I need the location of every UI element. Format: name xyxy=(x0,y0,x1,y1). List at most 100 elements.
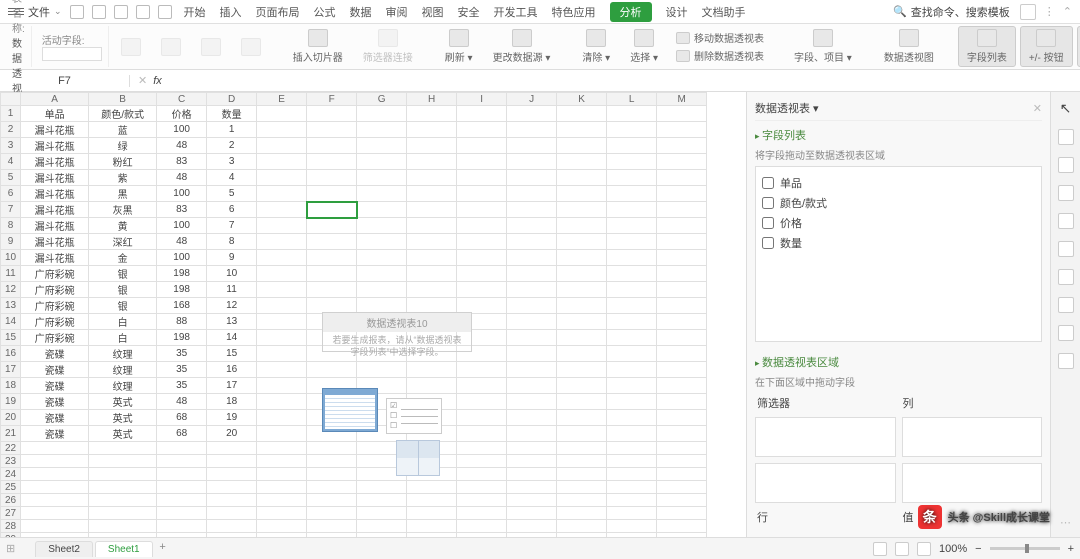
cell[interactable]: 5 xyxy=(207,186,257,202)
cell[interactable] xyxy=(407,481,457,494)
cell[interactable]: 20 xyxy=(207,426,257,442)
field-item[interactable]: 数量 xyxy=(762,233,1035,253)
cell[interactable] xyxy=(657,520,707,533)
tool-backup-icon[interactable] xyxy=(1058,325,1074,341)
row-header[interactable]: 10 xyxy=(1,250,21,266)
cell[interactable]: 漏斗花瓶 xyxy=(21,218,89,234)
row-header[interactable]: 2 xyxy=(1,122,21,138)
cell[interactable] xyxy=(507,520,557,533)
cell[interactable]: 银 xyxy=(89,266,157,282)
cell[interactable] xyxy=(407,362,457,378)
panel-close-icon[interactable]: ✕ xyxy=(1033,102,1042,115)
row-header[interactable]: 23 xyxy=(1,455,21,468)
active-field-value[interactable] xyxy=(42,47,102,61)
cell[interactable] xyxy=(407,520,457,533)
value-drop-area[interactable] xyxy=(902,463,1043,503)
cell[interactable] xyxy=(357,154,407,170)
cell[interactable]: 漏斗花瓶 xyxy=(21,170,89,186)
cell[interactable]: 7 xyxy=(207,218,257,234)
tool-star-icon[interactable] xyxy=(1058,213,1074,229)
cell[interactable] xyxy=(607,218,657,234)
cell[interactable] xyxy=(557,298,607,314)
row-header[interactable]: 11 xyxy=(1,266,21,282)
cell[interactable] xyxy=(557,394,607,410)
cell[interactable] xyxy=(657,378,707,394)
fx-icon[interactable]: fx xyxy=(153,75,162,87)
view-normal-icon[interactable] xyxy=(873,542,887,556)
cell[interactable]: 88 xyxy=(157,314,207,330)
cell[interactable]: 83 xyxy=(157,154,207,170)
qat-print-icon[interactable] xyxy=(92,5,106,19)
cell[interactable] xyxy=(557,330,607,346)
name-box[interactable]: F7 xyxy=(0,75,130,87)
cell[interactable]: 黄 xyxy=(89,218,157,234)
cell[interactable] xyxy=(557,106,607,122)
cell[interactable]: 颜色/款式 xyxy=(89,106,157,122)
cell[interactable] xyxy=(457,138,507,154)
field-checkbox[interactable] xyxy=(762,197,774,209)
cell[interactable]: 48 xyxy=(157,170,207,186)
cell[interactable] xyxy=(557,481,607,494)
cell[interactable] xyxy=(507,468,557,481)
cell[interactable]: 198 xyxy=(157,330,207,346)
cell[interactable] xyxy=(307,266,357,282)
cell[interactable] xyxy=(357,122,407,138)
cell[interactable] xyxy=(457,170,507,186)
cell[interactable] xyxy=(607,138,657,154)
col-header[interactable]: K xyxy=(557,93,607,106)
cell[interactable] xyxy=(457,533,507,538)
cell[interactable]: 纹理 xyxy=(89,346,157,362)
cell[interactable] xyxy=(507,481,557,494)
row-drop-area[interactable] xyxy=(755,463,896,503)
cell[interactable] xyxy=(657,481,707,494)
cell[interactable]: 168 xyxy=(157,298,207,314)
cell[interactable]: 英式 xyxy=(89,394,157,410)
cell[interactable] xyxy=(257,234,307,250)
col-header[interactable]: J xyxy=(507,93,557,106)
cell[interactable] xyxy=(657,468,707,481)
cell[interactable] xyxy=(557,494,607,507)
cell[interactable] xyxy=(257,520,307,533)
cell[interactable]: 漏斗花瓶 xyxy=(21,186,89,202)
cell[interactable] xyxy=(557,346,607,362)
cell[interactable] xyxy=(307,234,357,250)
cell[interactable] xyxy=(257,138,307,154)
cell[interactable] xyxy=(357,170,407,186)
cell[interactable] xyxy=(407,122,457,138)
cell[interactable]: 绿 xyxy=(89,138,157,154)
cell[interactable] xyxy=(507,202,557,218)
cell[interactable]: 48 xyxy=(157,138,207,154)
cell[interactable] xyxy=(21,533,89,538)
cell[interactable] xyxy=(507,346,557,362)
cell[interactable] xyxy=(357,481,407,494)
cell[interactable] xyxy=(257,122,307,138)
cell[interactable] xyxy=(557,314,607,330)
cell[interactable] xyxy=(257,455,307,468)
cell[interactable]: 18 xyxy=(207,394,257,410)
cell[interactable] xyxy=(507,533,557,538)
cell[interactable] xyxy=(257,154,307,170)
row-header[interactable]: 26 xyxy=(1,494,21,507)
cell[interactable] xyxy=(307,507,357,520)
cell[interactable] xyxy=(507,170,557,186)
file-menu[interactable]: 文件 xyxy=(28,4,50,20)
cell[interactable] xyxy=(407,533,457,538)
cell[interactable]: 数量 xyxy=(207,106,257,122)
delete-pivot-btn[interactable]: 删除数据透视表 xyxy=(676,48,764,63)
row-header[interactable]: 1 xyxy=(1,106,21,122)
row-header[interactable]: 6 xyxy=(1,186,21,202)
cell[interactable] xyxy=(457,378,507,394)
cell[interactable] xyxy=(307,494,357,507)
cell[interactable] xyxy=(257,202,307,218)
cell[interactable]: 黑 xyxy=(89,186,157,202)
cell[interactable] xyxy=(657,186,707,202)
cell[interactable] xyxy=(557,410,607,426)
cell[interactable] xyxy=(607,378,657,394)
cell[interactable] xyxy=(557,426,607,442)
cell[interactable] xyxy=(457,481,507,494)
cell[interactable] xyxy=(507,330,557,346)
cell[interactable] xyxy=(607,520,657,533)
cell[interactable] xyxy=(607,186,657,202)
row-header[interactable]: 4 xyxy=(1,154,21,170)
cell[interactable] xyxy=(657,533,707,538)
